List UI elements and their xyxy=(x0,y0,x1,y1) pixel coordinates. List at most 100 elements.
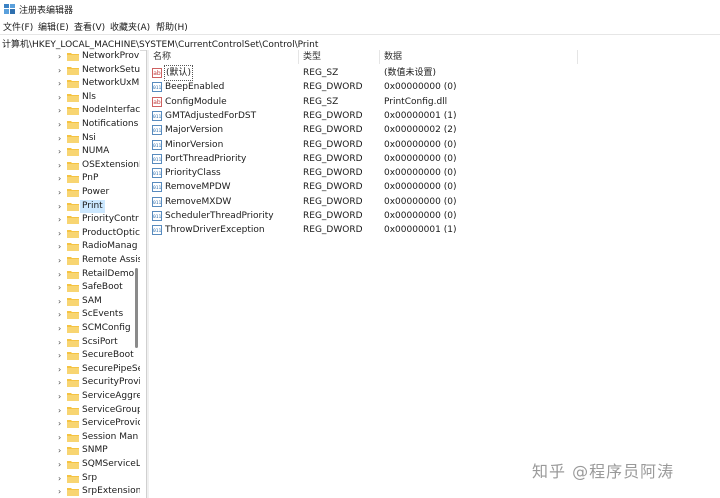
values-list[interactable]: 名称 类型 数据 ab (默认) REG_SZ (数值未设置) 011 BeepEnabl… xyxy=(149,50,720,498)
column-header-type[interactable]: 类型 xyxy=(303,50,321,64)
value-row[interactable]: ab ConfigModule REG_SZ PrintConfig.dll xyxy=(149,95,579,109)
value-row[interactable]: 011 ThrowDriverException REG_DWORD 0x000000… xyxy=(149,223,579,237)
chevron-right-icon[interactable]: › xyxy=(58,187,61,198)
value-row[interactable]: 011 RemoveMPDW REG_DWORD 0x00000000 (0) xyxy=(149,180,579,194)
tree-item[interactable]: › ScEvents xyxy=(0,308,138,321)
chevron-right-icon[interactable]: › xyxy=(58,391,61,402)
tree-item[interactable]: › ServiceProvic xyxy=(0,417,140,430)
menu-edit[interactable]: 编辑(E) xyxy=(38,20,69,33)
chevron-right-icon[interactable]: › xyxy=(58,160,61,171)
tree-item[interactable]: › NodeInterfac xyxy=(0,104,140,117)
chevron-right-icon[interactable]: › xyxy=(58,119,61,130)
chevron-right-icon[interactable]: › xyxy=(58,296,61,307)
tree-item[interactable]: › NetworkUxM xyxy=(0,77,139,90)
chevron-right-icon[interactable]: › xyxy=(58,364,61,375)
tree-item[interactable]: › SecurePipeSe xyxy=(0,363,140,376)
chevron-right-icon[interactable]: › xyxy=(58,337,61,348)
tree-item[interactable]: › SafeBoot xyxy=(0,281,138,294)
address-bar[interactable]: 计算机\HKEY_LOCAL_MACHINE\SYSTEM\CurrentCon… xyxy=(0,34,720,51)
chevron-right-icon[interactable]: › xyxy=(58,201,61,212)
chevron-right-icon[interactable]: › xyxy=(58,173,61,184)
chevron-right-icon[interactable]: › xyxy=(58,350,61,361)
chevron-right-icon[interactable]: › xyxy=(58,92,61,103)
value-row[interactable]: ab (默认) REG_SZ (数值未设置) xyxy=(149,65,579,81)
tree-item[interactable]: › Nsi xyxy=(0,132,138,145)
chevron-right-icon[interactable]: › xyxy=(58,146,61,157)
chevron-right-icon[interactable]: › xyxy=(58,323,61,334)
tree-item[interactable]: › SrpExtension xyxy=(0,485,140,498)
tree-item[interactable]: › ProductOptic xyxy=(0,227,140,240)
value-row[interactable]: 011 PriorityClass REG_DWORD 0x00000000 (0) xyxy=(149,166,579,180)
value-row[interactable]: 011 BeepEnabled REG_DWORD 0x00000000 (0) xyxy=(149,80,579,94)
tree-item[interactable]: › ServiceAggre xyxy=(0,390,140,403)
tree-item[interactable]: › Session Man xyxy=(0,431,138,444)
chevron-right-icon[interactable]: › xyxy=(58,65,61,76)
chevron-right-icon[interactable]: › xyxy=(58,309,61,320)
tree-item[interactable]: › PriorityContr xyxy=(0,213,139,226)
chevron-right-icon[interactable]: › xyxy=(58,269,61,280)
tree-scrollbar[interactable] xyxy=(135,50,138,498)
value-row[interactable]: 011 SchedulerThreadPriority REG_DWORD 0x000… xyxy=(149,209,579,223)
tree-item[interactable]: › ServiceGroup xyxy=(0,404,140,417)
tree-item[interactable]: › Nls xyxy=(0,91,138,104)
column-header-name[interactable]: 名称 xyxy=(153,50,171,64)
chevron-right-icon[interactable]: › xyxy=(58,282,61,293)
chevron-right-icon[interactable]: › xyxy=(58,105,61,116)
tree-item[interactable]: › Remote Assis xyxy=(0,254,140,267)
tree-item[interactable]: › NUMA xyxy=(0,145,138,158)
chevron-right-icon[interactable]: › xyxy=(58,473,61,484)
svg-text:011: 011 xyxy=(153,214,162,220)
menu-help[interactable]: 帮助(H) xyxy=(156,20,188,33)
chevron-right-icon[interactable]: › xyxy=(58,377,61,388)
value-row[interactable]: 011 MinorVersion REG_DWORD 0x00000000 (0) xyxy=(149,138,579,152)
chevron-right-icon[interactable]: › xyxy=(58,241,61,252)
tree-scrollbar-thumb[interactable] xyxy=(135,268,138,348)
chevron-right-icon[interactable]: › xyxy=(58,78,61,89)
chevron-right-icon[interactable]: › xyxy=(58,486,61,497)
chevron-right-icon[interactable]: › xyxy=(58,405,61,416)
menu-file[interactable]: 文件(F) xyxy=(3,20,33,33)
chevron-right-icon[interactable]: › xyxy=(58,445,61,456)
tree-item[interactable]: › Srp xyxy=(0,472,138,485)
menu-view[interactable]: 查看(V) xyxy=(74,20,105,33)
chevron-right-icon[interactable]: › xyxy=(58,133,61,144)
tree-item[interactable]: › NetworkSetu xyxy=(0,64,140,77)
menu-favorites[interactable]: 收藏夹(A) xyxy=(110,20,150,33)
tree-item-label: Notifications xyxy=(82,119,139,129)
tree-item[interactable]: › SCMConfig xyxy=(0,322,138,335)
tree-item[interactable]: › RadioManag xyxy=(0,240,138,253)
value-row[interactable]: 011 PortThreadPriority REG_DWORD 0x00000000… xyxy=(149,152,579,166)
tree-item[interactable]: › PnP xyxy=(0,172,138,185)
chevron-right-icon[interactable]: › xyxy=(58,418,61,429)
tree-item[interactable]: › Print xyxy=(0,199,138,213)
tree-item[interactable]: › SNMP xyxy=(0,444,138,457)
chevron-right-icon[interactable]: › xyxy=(58,255,61,266)
column-divider[interactable] xyxy=(379,50,380,64)
chevron-right-icon[interactable]: › xyxy=(58,432,61,443)
chevron-right-icon[interactable]: › xyxy=(58,228,61,239)
key-tree[interactable]: › NetworkProv › NetworkSetu › NetworkUxM › Nls ›… xyxy=(0,50,140,498)
tree-item-label: SAM xyxy=(82,295,102,306)
column-header-data[interactable]: 数据 xyxy=(384,50,402,64)
column-divider[interactable] xyxy=(577,50,578,64)
tree-item[interactable]: › SecurityProvi xyxy=(0,376,140,389)
chevron-right-icon[interactable]: › xyxy=(58,51,61,62)
tree-item[interactable]: › SQMServiceL xyxy=(0,458,140,471)
tree-item[interactable]: › RetailDemo xyxy=(0,268,138,281)
menu-bar: 文件(F) 编辑(E) 查看(V) 收藏夹(A) 帮助(H) xyxy=(0,18,720,34)
chevron-right-icon[interactable]: › xyxy=(58,214,61,225)
tree-item[interactable]: › SAM xyxy=(0,295,138,308)
address-path[interactable]: 计算机\HKEY_LOCAL_MACHINE\SYSTEM\CurrentCon… xyxy=(2,37,318,50)
window-title: 注册表编辑器 xyxy=(19,6,74,16)
tree-item[interactable]: › Power xyxy=(0,186,138,199)
tree-item[interactable]: › NetworkProv xyxy=(0,50,139,63)
tree-item[interactable]: › Notifications xyxy=(0,118,138,131)
tree-item[interactable]: › OSExtensionI xyxy=(0,159,140,172)
value-row[interactable]: 011 RemoveMXDW REG_DWORD 0x00000000 (0) xyxy=(149,195,579,209)
tree-item[interactable]: › SecureBoot xyxy=(0,349,138,362)
column-divider[interactable] xyxy=(298,50,299,64)
chevron-right-icon[interactable]: › xyxy=(58,459,61,470)
value-row[interactable]: 011 GMTAdjustedForDST REG_DWORD 0x00000001 … xyxy=(149,109,579,123)
tree-item[interactable]: › ScsiPort xyxy=(0,336,138,349)
value-row[interactable]: 011 MajorVersion REG_DWORD 0x00000002 (2) xyxy=(149,123,579,137)
